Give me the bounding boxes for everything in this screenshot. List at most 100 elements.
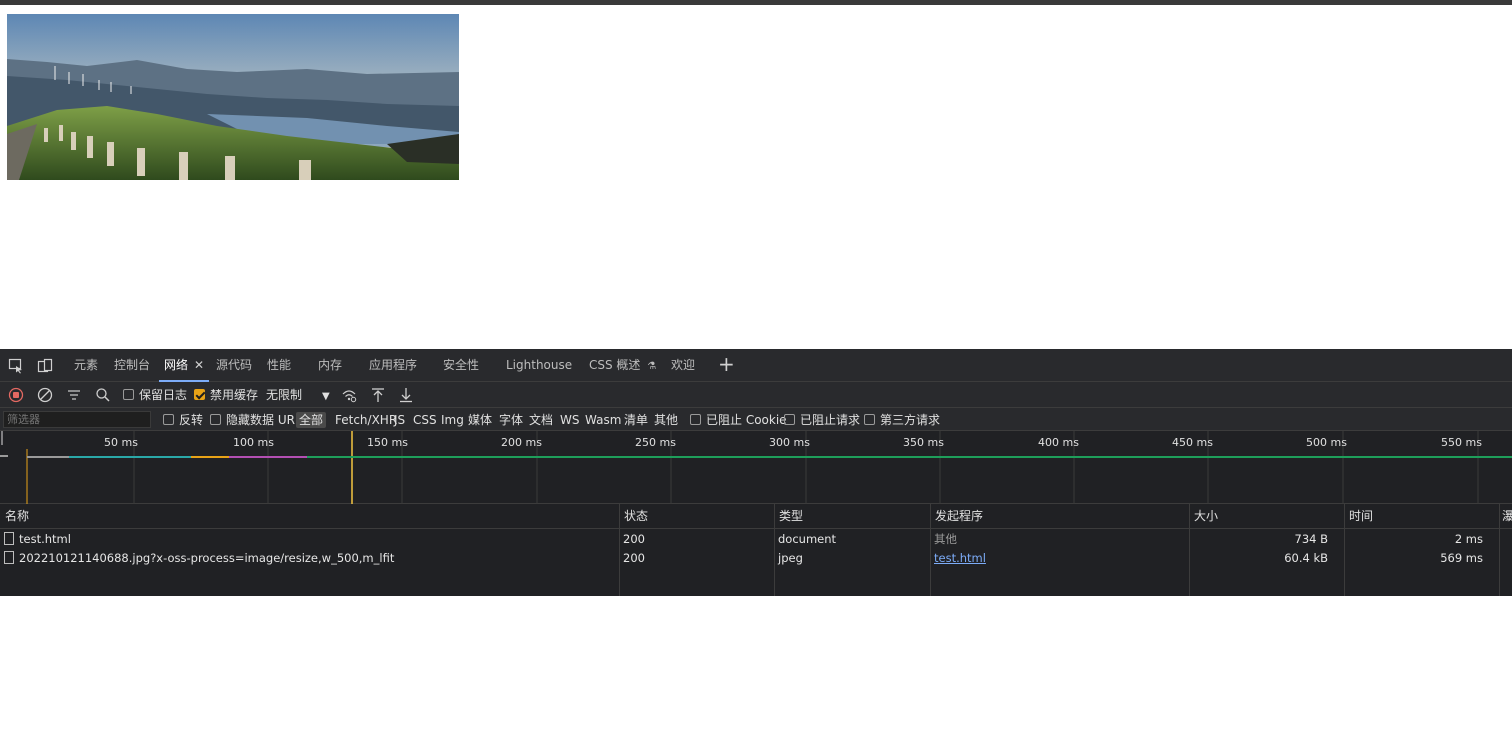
tab-network[interactable]: 网络 ✕ xyxy=(159,349,210,382)
tab-console[interactable]: 控制台 xyxy=(114,349,150,382)
page-viewport xyxy=(0,5,1512,349)
tab-performance[interactable]: 性能 xyxy=(267,349,291,382)
device-toggle-icon[interactable] xyxy=(37,358,53,374)
tab-css-overview[interactable]: CSS 概述 ⚗ xyxy=(589,349,656,382)
filter-type-font[interactable]: 字体 xyxy=(499,412,523,428)
network-filterbar: 反转 隐藏数据 URL 全部 Fetch/XHR JS CSS Img 媒体 字… xyxy=(0,408,1512,431)
inspect-icon[interactable] xyxy=(8,358,24,374)
network-overview-timeline[interactable]: 50 ms 100 ms 150 ms 200 ms 250 ms 300 ms… xyxy=(0,431,1512,504)
file-icon xyxy=(4,551,14,564)
tab-security[interactable]: 安全性 xyxy=(443,349,479,382)
blocked-cookies-checkbox[interactable] xyxy=(690,414,701,425)
blocked-cookies-toggle[interactable]: 已阻止 Cookie xyxy=(690,412,787,428)
filter-type-fetch-xhr[interactable]: Fetch/XHR xyxy=(335,412,397,428)
row-size: 734 B xyxy=(1294,532,1329,546)
third-party-checkbox[interactable] xyxy=(864,414,875,425)
hide-data-urls-checkbox[interactable] xyxy=(210,414,221,425)
row-status: 200 xyxy=(623,532,645,546)
tick-label: 550 ms xyxy=(1441,436,1482,449)
blocked-requests-checkbox[interactable] xyxy=(784,414,795,425)
throttling-select[interactable]: 无限制 ▼ xyxy=(266,387,330,403)
row-size: 60.4 kB xyxy=(1284,551,1328,565)
filter-icon[interactable] xyxy=(66,387,82,403)
file-icon xyxy=(4,532,14,545)
tick-label: 250 ms xyxy=(635,436,676,449)
row-name: test.html xyxy=(19,532,71,546)
tick-label: 150 ms xyxy=(367,436,408,449)
network-conditions-icon[interactable] xyxy=(341,387,357,403)
close-icon[interactable]: ✕ xyxy=(194,358,204,372)
column-header-type[interactable]: 类型 xyxy=(774,504,930,529)
tick-label: 350 ms xyxy=(903,436,944,449)
filter-type-manifest[interactable]: 清单 xyxy=(624,412,648,428)
filter-type-ws[interactable]: WS xyxy=(560,412,579,428)
column-header-waterfall[interactable]: 瀑 xyxy=(1499,504,1512,529)
add-tab-icon[interactable]: + xyxy=(718,349,735,382)
disable-cache-checkbox[interactable] xyxy=(194,389,205,400)
tab-network-label: 网络 xyxy=(164,358,189,372)
hide-data-urls-toggle[interactable]: 隐藏数据 URL xyxy=(210,412,302,428)
column-header-time[interactable]: 时间 xyxy=(1344,504,1499,529)
export-har-icon[interactable] xyxy=(398,387,414,403)
clear-icon[interactable] xyxy=(37,387,53,403)
row-time: 569 ms xyxy=(1440,551,1483,565)
disable-cache-toggle[interactable]: 禁用缓存 xyxy=(194,387,258,403)
disable-cache-label: 禁用缓存 xyxy=(210,388,259,402)
import-har-icon[interactable] xyxy=(370,387,386,403)
preserve-log-label: 保留日志 xyxy=(139,388,188,402)
search-icon[interactable] xyxy=(95,387,111,403)
column-header-size[interactable]: 大小 xyxy=(1189,504,1344,529)
flask-icon: ⚗ xyxy=(647,361,657,372)
tab-application[interactable]: 应用程序 xyxy=(369,349,417,382)
tab-sources[interactable]: 源代码 xyxy=(216,349,252,382)
filter-type-media[interactable]: 媒体 xyxy=(468,412,492,428)
row-name-cell[interactable]: 202210121140688.jpg?x-oss-process=image/… xyxy=(0,549,619,568)
hide-data-urls-label: 隐藏数据 URL xyxy=(226,413,302,427)
blocked-requests-toggle[interactable]: 已阻止请求 xyxy=(784,412,860,428)
tick-label: 50 ms xyxy=(104,436,138,449)
row-time: 2 ms xyxy=(1454,532,1483,546)
tick-label: 400 ms xyxy=(1038,436,1079,449)
tab-lighthouse[interactable]: Lighthouse xyxy=(506,349,572,382)
third-party-toggle[interactable]: 第三方请求 xyxy=(864,412,940,428)
invert-toggle[interactable]: 反转 xyxy=(163,412,203,428)
filter-type-all[interactable]: 全部 xyxy=(296,412,327,428)
watermark: @稀土掘金技术社区 xyxy=(1330,715,1483,735)
tab-memory[interactable]: 内存 xyxy=(318,349,342,382)
network-toolbar: 保留日志 禁用缓存 无限制 ▼ xyxy=(0,382,1512,408)
row-name-cell[interactable]: test.html xyxy=(0,530,619,549)
filter-type-wasm[interactable]: Wasm xyxy=(585,412,621,428)
filter-type-img[interactable]: Img xyxy=(441,412,464,428)
filter-type-js[interactable]: JS xyxy=(394,412,405,428)
row-status: 200 xyxy=(623,551,645,565)
devtools-panel: 元素 控制台 网络 ✕ 源代码 性能 内存 应用程序 安全性 Lighthouse… xyxy=(0,349,1512,735)
tick-label: 500 ms xyxy=(1306,436,1347,449)
invert-checkbox[interactable] xyxy=(163,414,174,425)
third-party-label: 第三方请求 xyxy=(880,413,941,427)
filter-type-other[interactable]: 其他 xyxy=(654,412,678,428)
record-icon[interactable] xyxy=(8,387,24,403)
filter-input[interactable] xyxy=(3,411,151,428)
filter-type-doc[interactable]: 文档 xyxy=(529,412,553,428)
tab-elements[interactable]: 元素 xyxy=(74,349,98,382)
table-row[interactable]: test.html 200 document 其他 734 B 2 ms xyxy=(0,530,1512,549)
tab-css-overview-label: CSS 概述 xyxy=(589,358,641,372)
column-header-name[interactable]: 名称 xyxy=(0,504,619,529)
column-header-initiator[interactable]: 发起程序 xyxy=(930,504,1189,529)
landscape-image xyxy=(7,14,459,180)
row-type: document xyxy=(778,532,837,546)
invert-label: 反转 xyxy=(179,413,204,427)
row-initiator-link[interactable]: test.html xyxy=(930,549,1189,568)
tab-welcome[interactable]: 欢迎 xyxy=(671,349,695,382)
preserve-log-checkbox[interactable] xyxy=(123,389,134,400)
column-header-status[interactable]: 状态 xyxy=(619,504,774,529)
row-initiator: 其他 xyxy=(934,532,957,546)
filter-type-css[interactable]: CSS xyxy=(413,412,437,428)
row-type: jpeg xyxy=(778,551,803,565)
tick-label: 200 ms xyxy=(501,436,542,449)
table-row[interactable]: 202210121140688.jpg?x-oss-process=image/… xyxy=(0,549,1512,568)
throttle-dropdown-icon: ▼ xyxy=(322,391,330,402)
throttling-value: 无限制 xyxy=(266,388,303,402)
preserve-log-toggle[interactable]: 保留日志 xyxy=(123,387,187,403)
tick-label: 300 ms xyxy=(769,436,810,449)
